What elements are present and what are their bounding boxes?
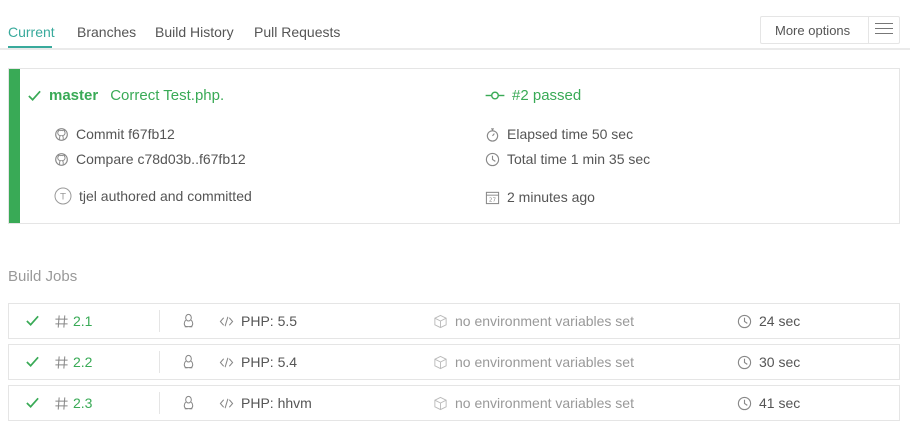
clock-icon [737, 355, 752, 369]
code-icon [219, 357, 234, 367]
total-time-row: Total time 1 min 35 sec [485, 151, 650, 167]
hash-icon [55, 355, 68, 369]
job-language: PHP: hhvm [241, 395, 312, 411]
commit-message: Correct Test.php. [110, 87, 225, 104]
elapsed-row: Elapsed time 50 sec [485, 126, 633, 142]
avatar-letter: T [59, 193, 66, 203]
build-jobs-heading: Build Jobs [8, 268, 78, 285]
clock-icon [485, 152, 500, 166]
calendar-icon: 27 [485, 191, 500, 204]
github-icon [55, 152, 68, 166]
linux-icon [183, 395, 194, 410]
author-row: T tjel authored and committed [54, 187, 252, 205]
job-divider [159, 351, 160, 373]
check-icon [28, 90, 41, 101]
avatar: T [54, 187, 72, 205]
clock-icon [737, 396, 752, 410]
box-icon [434, 355, 447, 369]
compare-link[interactable]: Compare c78d03b..f67fb12 [76, 151, 246, 167]
job-env: no environment variables set [455, 395, 634, 411]
hash-icon [55, 314, 68, 328]
branch-name[interactable]: master [49, 87, 98, 104]
code-icon [219, 398, 234, 408]
job-number[interactable]: 2.3 [73, 395, 92, 411]
github-icon [55, 127, 68, 141]
job-number[interactable]: 2.1 [73, 313, 92, 329]
code-icon [219, 316, 234, 326]
finished-ago: 2 minutes ago [507, 189, 595, 205]
job-env: no environment variables set [455, 354, 634, 370]
build-title-row: master Correct Test.php. [27, 87, 224, 104]
check-icon [26, 397, 39, 408]
job-language: PHP: 5.5 [241, 313, 298, 329]
job-language: PHP: 5.4 [241, 354, 298, 370]
job-env: no environment variables set [455, 313, 634, 329]
commit-row: Commit f67fb12 [54, 126, 175, 142]
hamburger-icon[interactable] [875, 23, 893, 37]
job-number[interactable]: 2.2 [73, 354, 92, 370]
total-time: Total time 1 min 35 sec [507, 151, 651, 167]
tab-bar: Current Branches Build History Pull Requ… [0, 0, 910, 50]
stopwatch-icon [486, 127, 499, 142]
linux-icon [183, 354, 194, 369]
check-icon [26, 315, 39, 326]
job-duration: 24 sec [759, 313, 801, 329]
build-summary-card: master Correct Test.php. Commit f67fb12 … [8, 68, 900, 224]
check-icon [26, 356, 39, 367]
finished-row: 27 2 minutes ago [485, 189, 595, 205]
build-status-link[interactable]: #2 passed [512, 87, 581, 104]
commit-link[interactable]: Commit f67fb12 [76, 126, 175, 142]
tab-pull-requests[interactable]: Pull Requests [254, 24, 340, 40]
calendar-day: 27 [489, 197, 497, 203]
job-row[interactable]: 2.1 PHP: 5.5 no environment variables se… [8, 303, 900, 339]
job-row[interactable]: 2.3 PHP: hhvm no environment variables s… [8, 385, 900, 421]
hash-icon [55, 396, 68, 410]
linux-icon [183, 313, 194, 328]
box-icon [434, 396, 447, 410]
build-status-row: #2 passed [485, 87, 581, 104]
job-duration: 41 sec [759, 395, 801, 411]
compare-row: Compare c78d03b..f67fb12 [54, 151, 246, 167]
job-divider [159, 392, 160, 414]
active-tab-indicator [8, 46, 52, 48]
more-options-button[interactable]: More options [760, 16, 900, 44]
tab-current[interactable]: Current [8, 24, 55, 40]
author-text: tjel authored and committed [79, 188, 252, 204]
more-options-label: More options [775, 23, 851, 38]
commit-icon [485, 91, 505, 100]
tab-branches[interactable]: Branches [77, 24, 136, 40]
tab-build-history[interactable]: Build History [155, 24, 234, 40]
job-row[interactable]: 2.2 PHP: 5.4 no environment variables se… [8, 344, 900, 380]
box-icon [434, 314, 447, 328]
more-options-divider [868, 17, 869, 43]
job-divider [159, 310, 160, 332]
job-duration: 30 sec [759, 354, 801, 370]
build-status-bar [9, 69, 20, 223]
elapsed-time: Elapsed time 50 sec [507, 126, 634, 142]
clock-icon [737, 314, 752, 328]
